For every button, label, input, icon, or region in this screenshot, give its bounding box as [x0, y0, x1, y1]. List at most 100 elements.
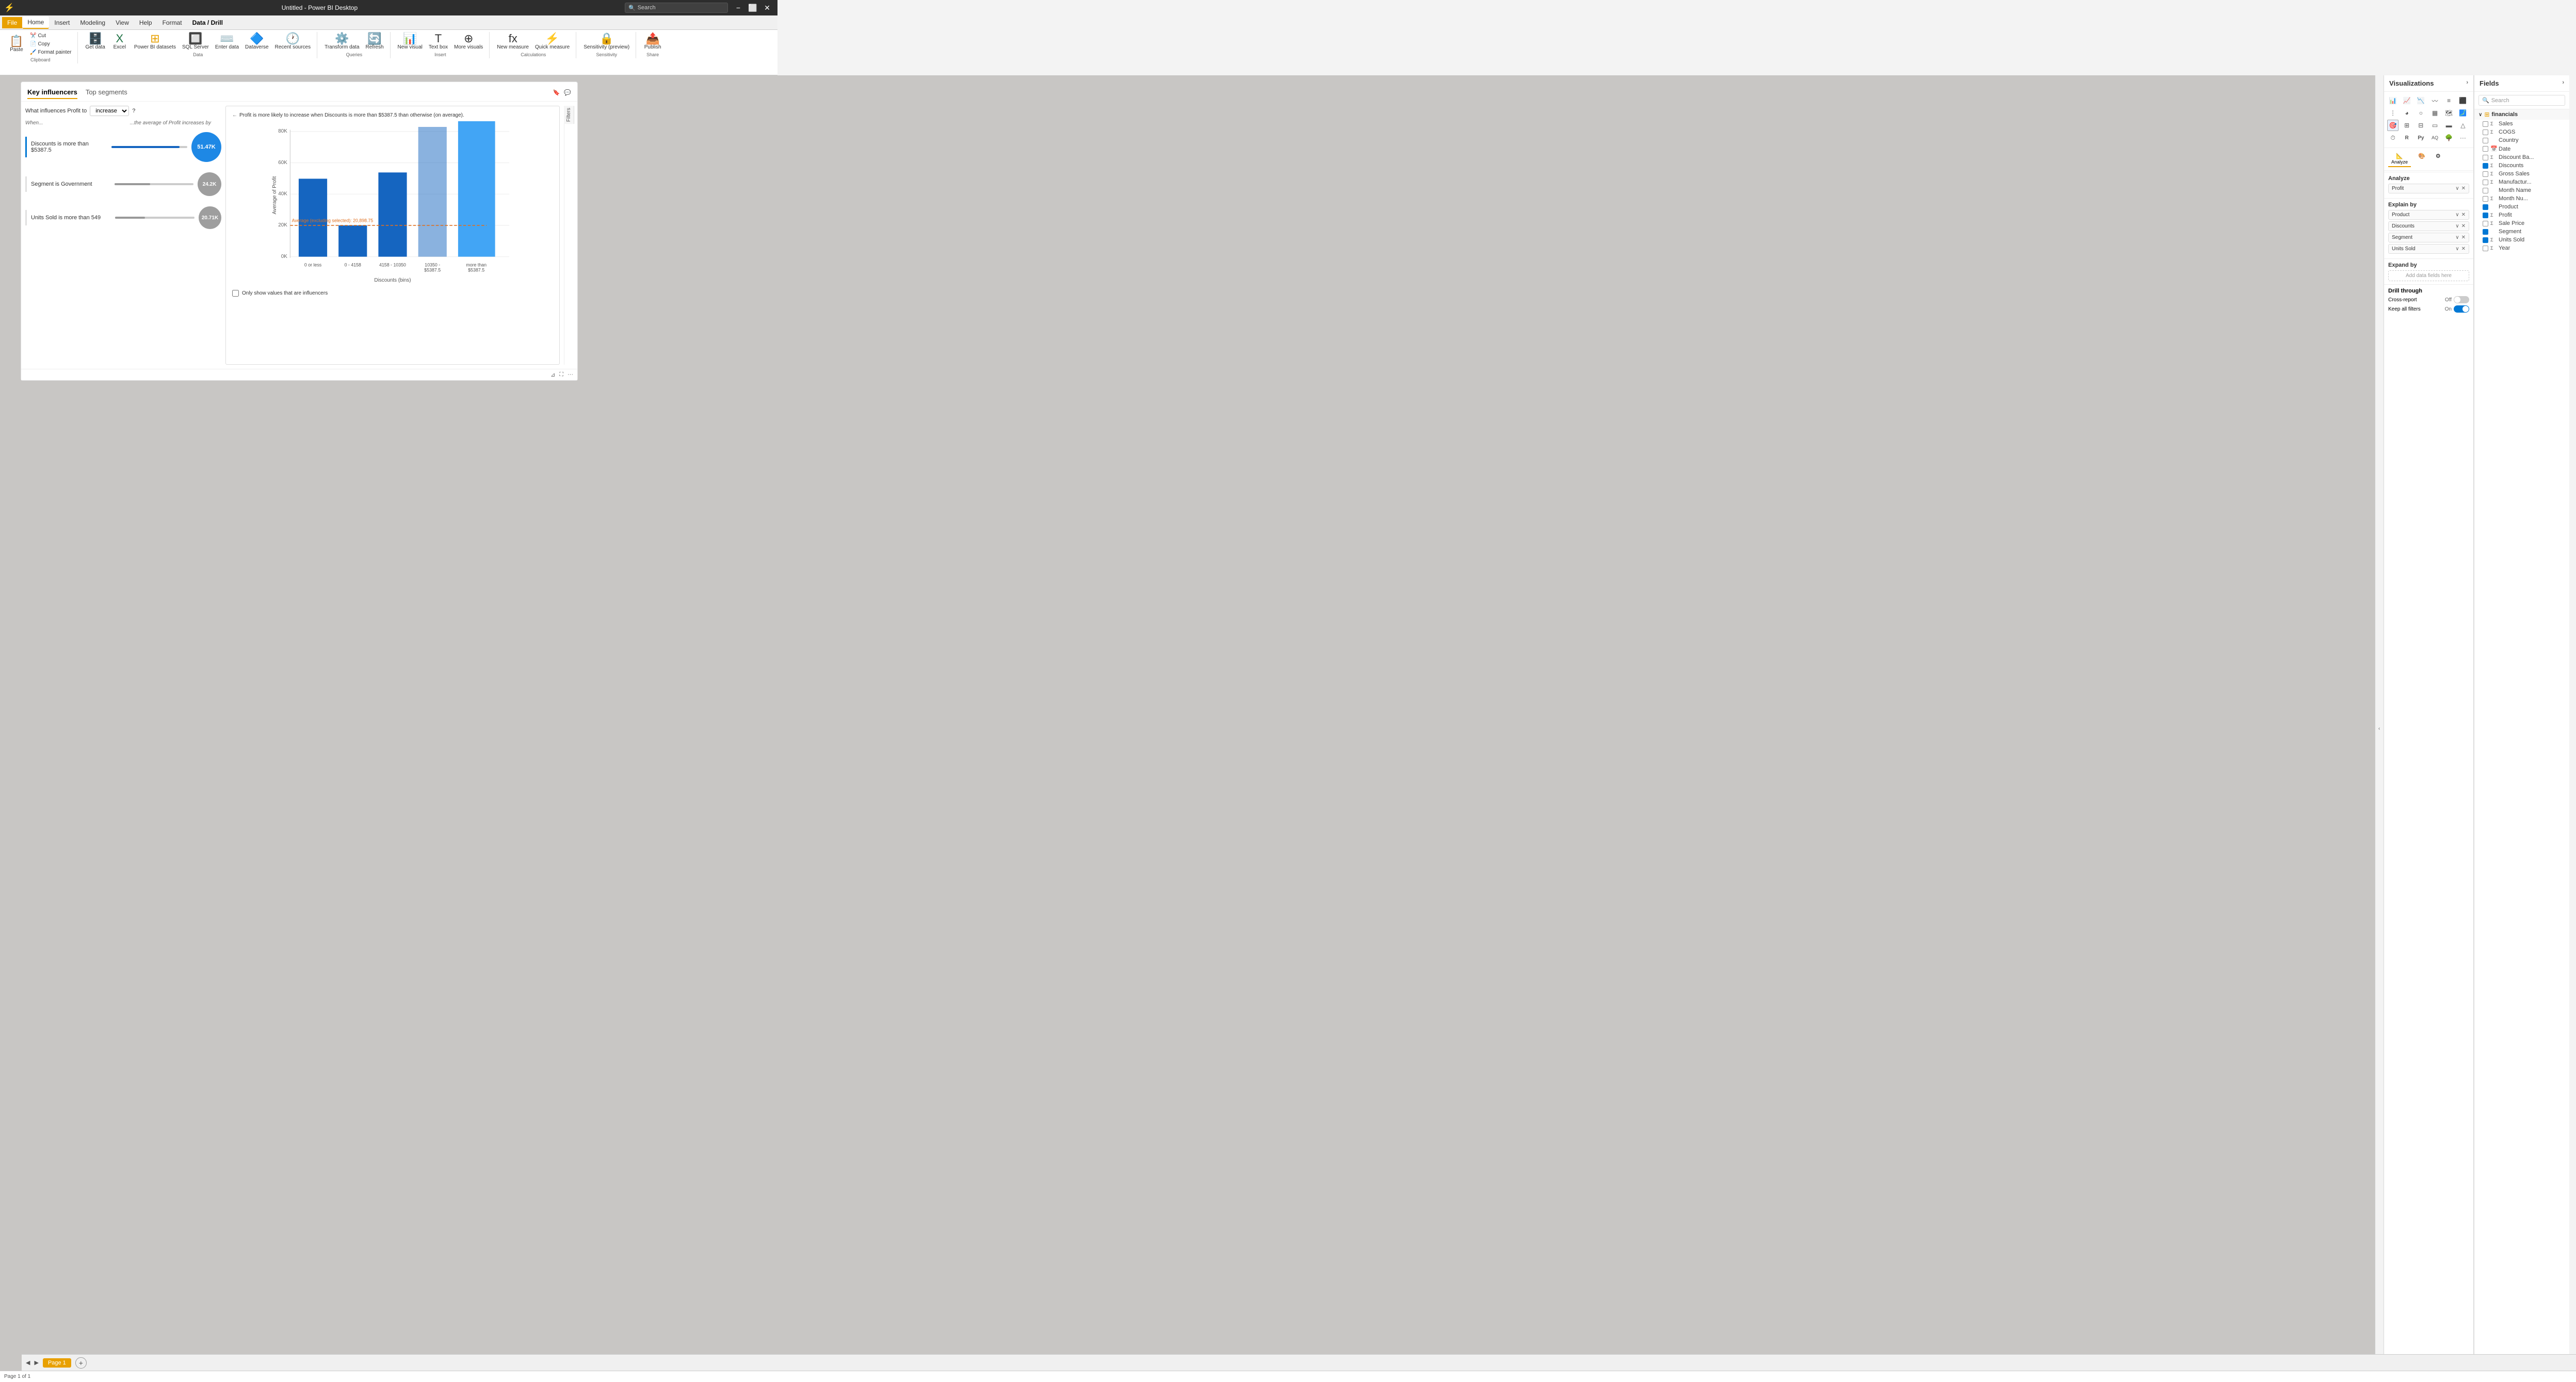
cross-report-toggle[interactable]	[2454, 296, 2469, 303]
units-sold-field-pill[interactable]: Units Sold ∨ ✕	[2388, 244, 2469, 254]
viz-key-influencers[interactable]: 🎯	[2387, 120, 2399, 131]
viz-decomp-tree[interactable]: 🌳	[2443, 132, 2455, 143]
format-tab[interactable]: 🎨	[2415, 151, 2428, 167]
viz-pie[interactable]: ◕	[2401, 107, 2412, 119]
field-discount-band[interactable]: Σ Discount Ba...	[2474, 153, 2569, 161]
collapse-panels-button[interactable]: ‹	[2375, 75, 2384, 1382]
filters-label[interactable]: Filters	[564, 106, 574, 124]
field-sale-price[interactable]: Σ Sale Price	[2474, 219, 2569, 227]
field-sales[interactable]: Σ Sales	[2474, 120, 2569, 128]
field-profit[interactable]: Σ Profit	[2474, 211, 2569, 219]
viz-donut[interactable]: ○	[2415, 107, 2426, 119]
field-discounts[interactable]: Σ Discounts	[2474, 161, 2569, 170]
field-gross-sales[interactable]: Σ Gross Sales	[2474, 170, 2569, 178]
product-field-pill[interactable]: Product ∨ ✕	[2388, 210, 2469, 220]
profit-checkbox[interactable]	[2483, 213, 2488, 218]
field-date[interactable]: 📅 Date	[2474, 144, 2569, 153]
segment-field-pill[interactable]: Segment ∨ ✕	[2388, 233, 2469, 242]
chevron-down-icon-4[interactable]: ∨	[2455, 235, 2459, 240]
discounts-checkbox[interactable]	[2483, 163, 2488, 169]
menu-view[interactable]: View	[110, 17, 134, 28]
menu-file[interactable]: File	[2, 17, 22, 28]
chart-back-button[interactable]: ← Profit is more likely to increase when…	[232, 112, 553, 118]
menu-help[interactable]: Help	[134, 17, 157, 28]
viz-python[interactable]: Py	[2415, 132, 2426, 143]
enter-data-button[interactable]: ⌨️ Enter data	[213, 32, 241, 51]
field-year[interactable]: Σ Year	[2474, 244, 2569, 252]
viz-column-chart[interactable]: 📈	[2401, 95, 2412, 106]
comment-icon[interactable]: 💬	[564, 89, 571, 96]
quick-measure-button[interactable]: ⚡ Quick measure	[533, 32, 572, 51]
page-1-tab[interactable]: Page 1	[43, 1358, 71, 1368]
gross-sales-checkbox[interactable]	[2483, 171, 2488, 177]
bar-10350-s5387[interactable]	[418, 127, 447, 257]
bar-4158-10350[interactable]	[378, 172, 407, 256]
get-data-button[interactable]: 🗄️ Get data	[83, 32, 107, 51]
field-country[interactable]: Country	[2474, 136, 2569, 144]
prev-page-button[interactable]: ◀	[26, 1359, 30, 1366]
sensitivity-button[interactable]: 🔒 Sensitivity (preview)	[581, 32, 631, 51]
influencer-item-1[interactable]: Discounts is more than $5387.5 51.47K	[25, 132, 221, 162]
new-measure-button[interactable]: fx New measure	[495, 32, 531, 51]
manufacturer-checkbox[interactable]	[2483, 180, 2488, 185]
field-cogs[interactable]: Σ COGS	[2474, 128, 2569, 136]
viz-card[interactable]: ▭	[2429, 120, 2440, 131]
menu-format[interactable]: Format	[157, 17, 187, 28]
remove-segment-icon[interactable]: ✕	[2461, 235, 2466, 240]
field-product[interactable]: Product	[2474, 203, 2569, 211]
menu-home[interactable]: Home	[22, 17, 49, 29]
bookmark-icon[interactable]: 🔖	[553, 89, 560, 96]
viz-matrix[interactable]: ⊟	[2415, 120, 2426, 131]
viz-area-chart[interactable]: 〰	[2429, 95, 2440, 106]
remove-product-icon[interactable]: ✕	[2461, 212, 2466, 218]
menu-insert[interactable]: Insert	[49, 17, 75, 28]
power-bi-datasets-button[interactable]: ⊞ Power BI datasets	[132, 32, 178, 51]
menu-data-drill[interactable]: Data / Drill	[187, 17, 228, 28]
bar-0-4158[interactable]	[338, 225, 367, 257]
month-name-checkbox[interactable]	[2483, 188, 2488, 193]
menu-modeling[interactable]: Modeling	[75, 17, 110, 28]
viz-kpi[interactable]: △	[2457, 120, 2469, 131]
date-checkbox[interactable]	[2483, 146, 2488, 152]
influence-direction-dropdown[interactable]: increase	[90, 106, 129, 116]
title-search-bar[interactable]: 🔍 Search	[625, 3, 728, 13]
transform-data-button[interactable]: ⚙️ Transform data	[322, 32, 361, 51]
viz-map[interactable]: 🗺	[2443, 107, 2455, 119]
viz-treemap[interactable]: ▦	[2429, 107, 2440, 119]
tab-key-influencers[interactable]: Key influencers	[27, 86, 77, 99]
cut-button[interactable]: ✂️ Cut	[28, 32, 73, 40]
discount-band-checkbox[interactable]	[2483, 155, 2488, 160]
viz-line-chart[interactable]: 📉	[2415, 95, 2426, 106]
influencer-item-3[interactable]: Units Sold is more than 549 20.71K	[25, 206, 221, 229]
minimize-button[interactable]: −	[732, 3, 744, 13]
expand-icon[interactable]: ⛶	[559, 371, 563, 378]
discounts-field-pill[interactable]: Discounts ∨ ✕	[2388, 221, 2469, 231]
text-box-button[interactable]: T Text box	[427, 32, 450, 51]
publish-button[interactable]: 📤 Publish	[642, 32, 663, 51]
viz-more[interactable]: ···	[2457, 132, 2469, 143]
viz-scatter[interactable]: ⋮	[2387, 107, 2399, 119]
country-checkbox[interactable]	[2483, 138, 2488, 143]
add-page-button[interactable]: +	[75, 1357, 87, 1369]
next-page-button[interactable]: ▶	[34, 1359, 38, 1366]
sales-checkbox[interactable]	[2483, 121, 2488, 127]
general-tab[interactable]: ⚙	[2433, 151, 2444, 167]
product-checkbox[interactable]	[2483, 204, 2488, 210]
tab-top-segments[interactable]: Top segments	[86, 86, 127, 99]
financials-table-header[interactable]: ∨ ⊞ financials	[2474, 109, 2569, 120]
fields-search-bar[interactable]: 🔍 Search	[2478, 95, 2565, 106]
viz-waterfall[interactable]: ⬛	[2457, 95, 2469, 106]
keep-filters-toggle[interactable]	[2454, 305, 2469, 313]
remove-discounts-icon[interactable]: ✕	[2461, 223, 2466, 229]
profit-field-pill[interactable]: Profit ∨ ✕	[2388, 184, 2469, 193]
chevron-down-icon-3[interactable]: ∨	[2455, 223, 2459, 229]
segment-checkbox[interactable]	[2483, 229, 2488, 235]
viz-aq[interactable]: AQ	[2429, 132, 2440, 143]
chevron-down-icon-5[interactable]: ∨	[2455, 246, 2459, 252]
more-visuals-button[interactable]: ⊕ More visuals	[452, 32, 485, 51]
only-show-influencers-checkbox[interactable]	[232, 290, 239, 297]
viz-table[interactable]: ⊞	[2401, 120, 2412, 131]
recent-sources-button[interactable]: 🕐 Recent sources	[273, 32, 313, 51]
influencer-item-2[interactable]: Segment is Government 24.2K	[25, 172, 221, 196]
refresh-button[interactable]: 🔄 Refresh	[364, 32, 386, 51]
